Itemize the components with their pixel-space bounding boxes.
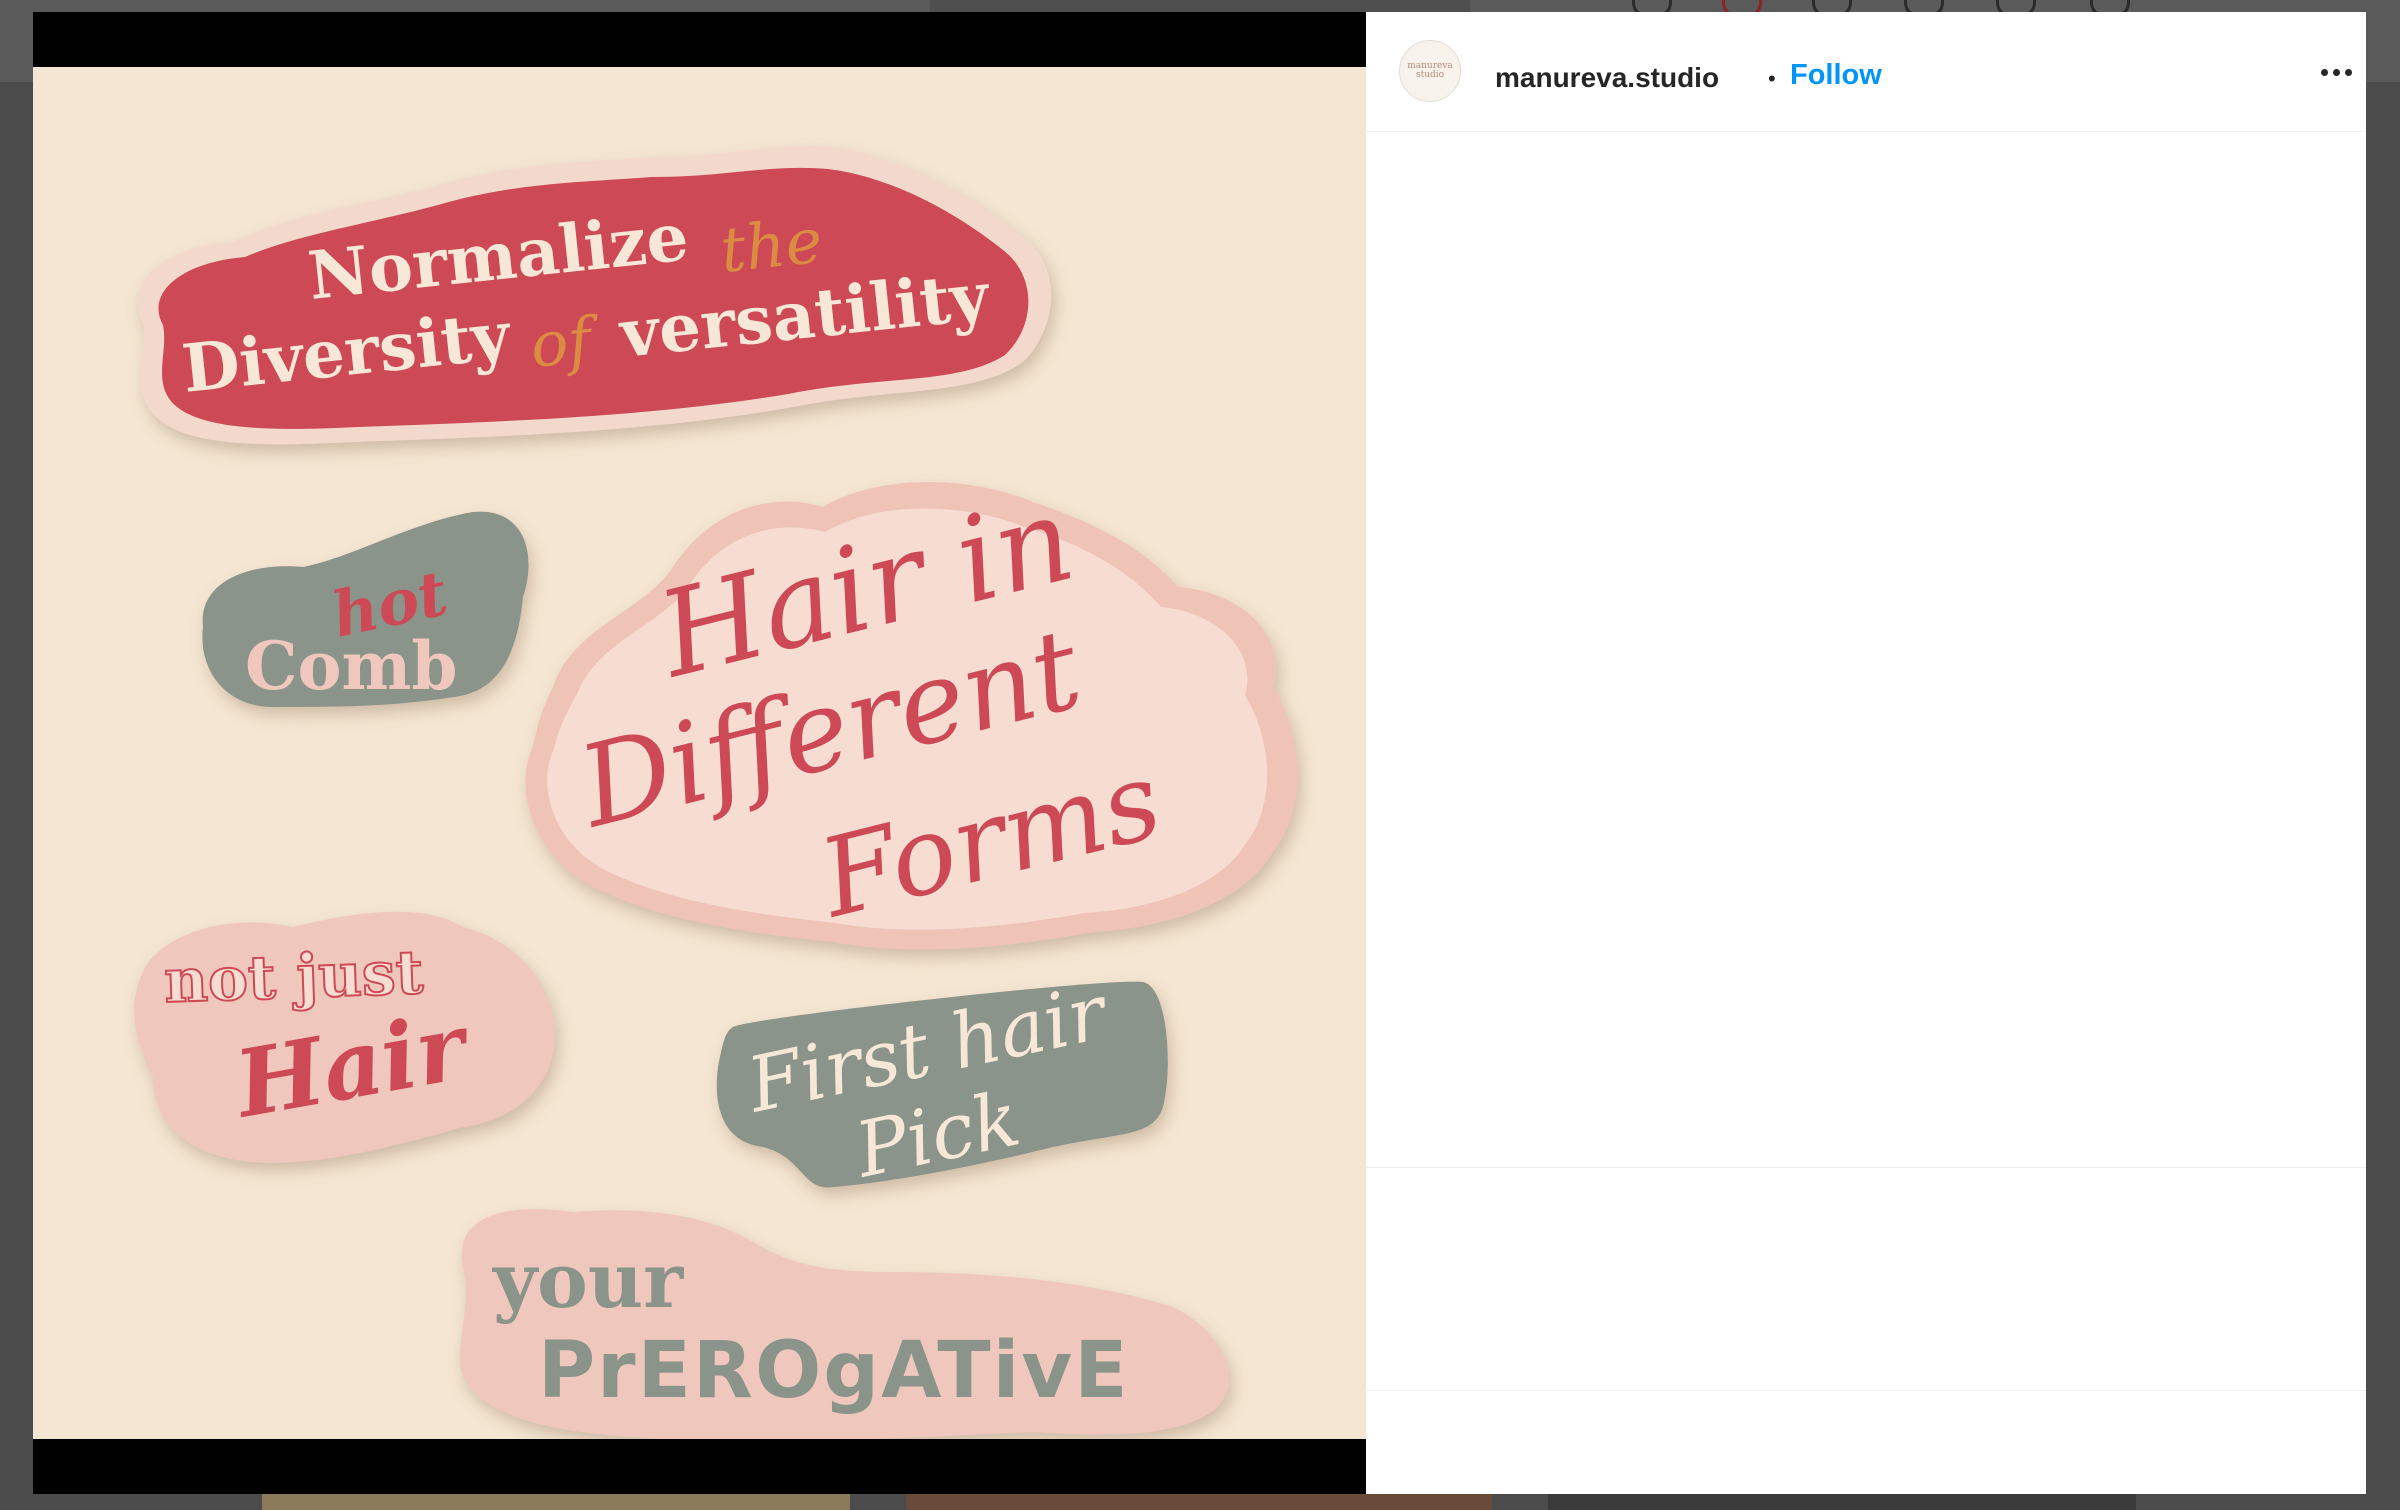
avatar-logo-subtext: studio: [1415, 70, 1445, 80]
more-dot: [2321, 68, 2328, 76]
separator-dot: •: [1768, 66, 1776, 91]
post-media: Normalize the Diversity of versatility h…: [33, 12, 1366, 1494]
account-username[interactable]: manureva.studio: [1495, 62, 1719, 94]
sticker-hair-in-different-forms: Hair in Different Forms: [525, 469, 1298, 950]
more-dot: [2333, 68, 2340, 76]
panel-divider: [1366, 1167, 2366, 1168]
sticker-your-prerogative: your PrEROgATivE: [460, 1209, 1229, 1439]
sticker-prerogative-label: PrEROgATivE: [538, 1326, 1130, 1416]
background-thumbnail: [1548, 1492, 2136, 1510]
background-thumbnail: [262, 1492, 850, 1510]
post-image[interactable]: Normalize the Diversity of versatility h…: [33, 67, 1366, 1439]
follow-button[interactable]: Follow: [1790, 59, 1882, 92]
more-horizontal-icon[interactable]: [2321, 62, 2361, 82]
background-thumbnail: [906, 1492, 1492, 1510]
sticker-not-just-hair: not just Hair: [134, 911, 555, 1163]
post-header: manureva studio manureva.studio • Follow: [1366, 12, 2366, 132]
more-dot: [2345, 68, 2352, 76]
sticker-comb-label: Comb: [245, 627, 458, 705]
sticker-first-hair-pick: First hair Pick: [716, 966, 1168, 1195]
sticker-hot-comb: hot Comb: [202, 511, 529, 707]
account-avatar[interactable]: manureva studio: [1399, 40, 1461, 102]
post-modal: Normalize the Diversity of versatility h…: [33, 12, 2366, 1494]
sticker-normalize: Normalize the Diversity of versatility: [137, 145, 1052, 445]
sticker-artwork: Normalize the Diversity of versatility h…: [134, 145, 1298, 1439]
panel-divider: [1366, 1390, 2366, 1391]
sticker-your-label: your: [492, 1236, 684, 1325]
post-details-panel: manureva studio manureva.studio • Follow: [1366, 12, 2366, 1494]
